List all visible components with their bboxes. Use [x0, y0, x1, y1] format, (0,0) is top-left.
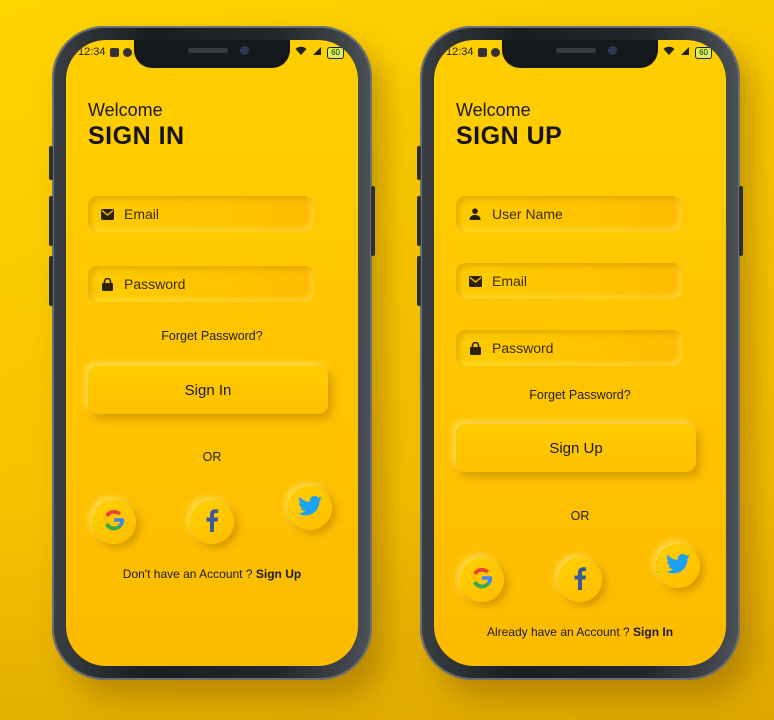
email-field[interactable]: Email: [88, 196, 314, 232]
speaker: [188, 48, 228, 53]
facebook-icon: [573, 566, 587, 595]
signin-prompt-text: Already have an Account ?: [486, 625, 630, 639]
camera-icon: [608, 46, 617, 55]
signin-screen: 12:34 60 Welcome SIGN IN Email Password …: [66, 40, 358, 666]
signup-prompt: Don't have an Account ? Sign Up: [66, 567, 358, 581]
user-icon: [468, 207, 482, 221]
mail-icon: [100, 207, 114, 221]
signup-prompt-text: Don't have an Account ?: [122, 567, 253, 581]
status-time: 12:34: [446, 46, 474, 58]
mail-icon: [468, 274, 482, 288]
facebook-icon: [205, 508, 219, 537]
welcome-label: Welcome: [88, 100, 163, 120]
signup-screen: 12:34 60 Welcome SIGN UP User Name Email…: [434, 40, 726, 666]
email-field[interactable]: Email: [456, 263, 682, 299]
phone-side-button: [417, 256, 421, 306]
phone-signup: 12:34 60 Welcome SIGN UP User Name Email…: [417, 26, 743, 680]
status-bar-left: 12:34: [446, 46, 500, 58]
status-bar-right: 60: [663, 46, 712, 59]
phone-side-button: [49, 146, 53, 180]
lock-icon: [468, 341, 482, 355]
battery-indicator: 60: [327, 46, 344, 59]
lock-icon: [100, 277, 114, 291]
google-icon: [469, 565, 495, 596]
notification-icon: [109, 47, 119, 57]
twitter-button[interactable]: [288, 486, 332, 530]
or-divider: OR: [570, 509, 590, 523]
password-placeholder: Password: [124, 276, 186, 292]
phone-side-button: [49, 196, 53, 246]
app-icon: [122, 47, 132, 57]
email-placeholder: Email: [124, 206, 160, 222]
phone-side-button: [49, 256, 53, 306]
password-field[interactable]: Password: [88, 266, 314, 302]
phone-side-button: [371, 186, 375, 256]
notification-icon: [477, 47, 487, 57]
signin-prompt: Already have an Account ? Sign In: [434, 625, 726, 639]
username-placeholder: User Name: [492, 206, 563, 222]
page-title: SIGN UP: [456, 122, 563, 150]
page-title: SIGN IN: [88, 122, 185, 150]
notch: [502, 40, 658, 68]
phone-side-button: [739, 186, 743, 256]
sign-in-link[interactable]: Sign In: [633, 625, 673, 639]
forgot-password-link[interactable]: Forget Password?: [434, 388, 726, 402]
wifi-icon: [663, 46, 675, 59]
twitter-button[interactable]: [656, 544, 700, 588]
camera-icon: [240, 46, 249, 55]
phone-side-button: [417, 146, 421, 180]
notch: [134, 40, 290, 68]
speaker: [556, 48, 596, 53]
password-field[interactable]: Password: [456, 330, 682, 366]
battery-indicator: 60: [695, 46, 712, 59]
sign-up-link[interactable]: Sign Up: [256, 567, 301, 581]
email-placeholder: Email: [492, 273, 528, 289]
phone-side-button: [417, 196, 421, 246]
wifi-icon: [295, 46, 307, 59]
password-placeholder: Password: [492, 340, 554, 356]
sign-up-button[interactable]: Sign Up: [456, 424, 696, 472]
forgot-password-link[interactable]: Forget Password?: [66, 329, 358, 343]
welcome-label: Welcome: [456, 100, 531, 120]
signal-icon: [680, 46, 690, 59]
twitter-icon: [666, 553, 690, 579]
app-icon: [490, 47, 500, 57]
facebook-button[interactable]: [190, 500, 234, 544]
google-button[interactable]: [460, 558, 504, 602]
phone-signin: 12:34 60 Welcome SIGN IN Email Password …: [49, 26, 375, 680]
status-bar-left: 12:34: [78, 46, 132, 58]
or-divider: OR: [202, 450, 222, 464]
sign-in-button[interactable]: Sign In: [88, 366, 328, 414]
username-field[interactable]: User Name: [456, 196, 682, 232]
signal-icon: [312, 46, 322, 59]
facebook-button[interactable]: [558, 558, 602, 602]
twitter-icon: [298, 495, 322, 521]
status-time: 12:34: [78, 46, 106, 58]
google-button[interactable]: [92, 500, 136, 544]
google-icon: [101, 507, 127, 538]
status-bar-right: 60: [295, 46, 344, 59]
